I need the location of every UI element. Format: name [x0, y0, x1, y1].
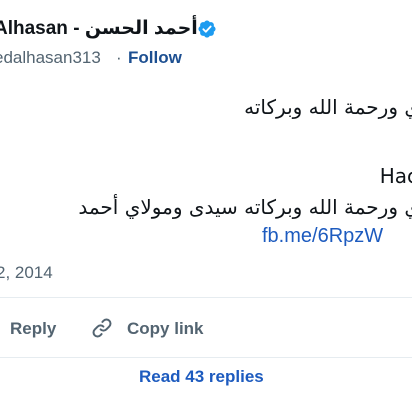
link-icon: [92, 318, 112, 338]
author-handle[interactable]: edalhasan313: [0, 48, 101, 68]
author-handle-row: edalhasan313 · Follow: [0, 48, 412, 70]
tweet-text-line: ي ورحمة الله وبركاته سيدى ومولاي أحمد: [78, 195, 412, 219]
verified-badge-icon: [198, 20, 216, 38]
reply-label: Reply: [10, 319, 57, 338]
read-replies-button[interactable]: Read 43 replies: [139, 367, 264, 387]
tweet-link[interactable]: fb.me/6RpzW: [262, 225, 383, 248]
author-name-row: Alhasan - أحمد الحسن: [0, 16, 412, 42]
tweet-timestamp[interactable]: 2, 2014: [0, 263, 53, 283]
tweet-embed-card: Alhasan - أحمد الحسن edalhasan313 · Foll…: [0, 0, 412, 412]
separator-dot: ·: [116, 48, 122, 67]
tweet-text-line: Hac: [379, 164, 412, 188]
follow-button[interactable]: Follow: [128, 48, 182, 68]
copy-link-label: Copy link: [127, 319, 204, 338]
author-display-name[interactable]: Alhasan - أحمد الحسن: [0, 17, 198, 40]
divider: [0, 297, 412, 298]
divider: [0, 357, 412, 358]
tweet-text-line: ي ورحمة الله وبركاته: [244, 95, 412, 119]
